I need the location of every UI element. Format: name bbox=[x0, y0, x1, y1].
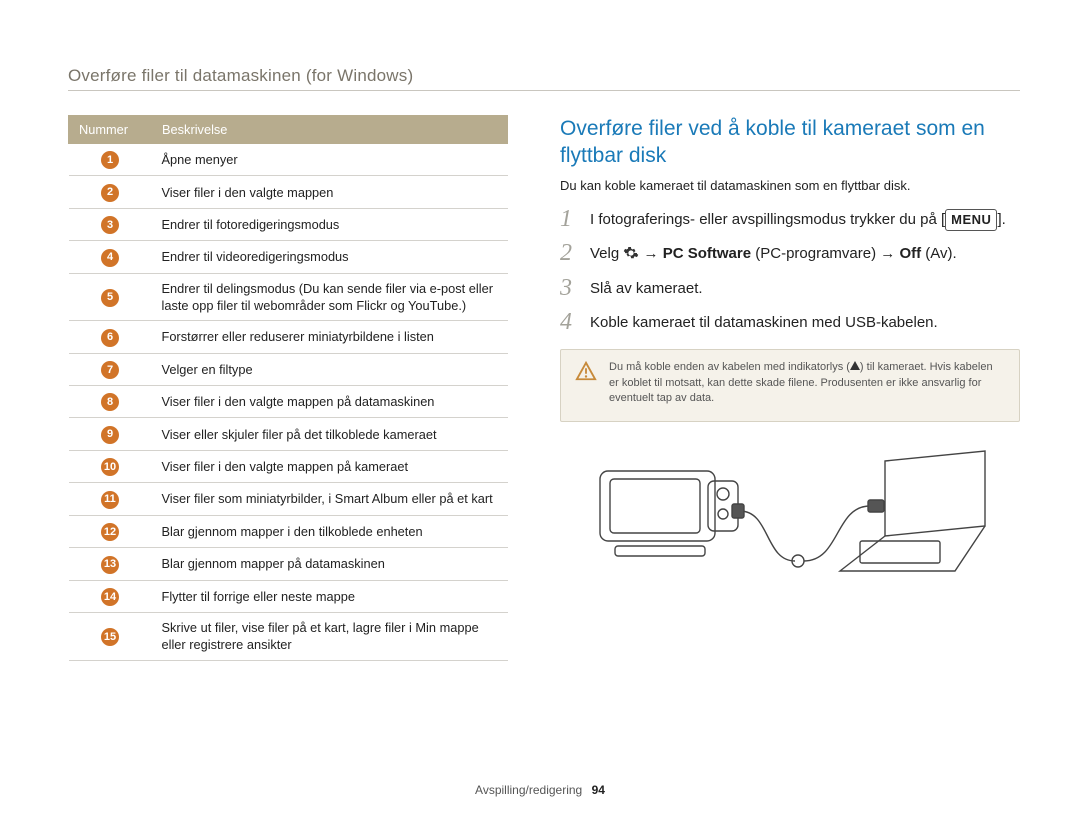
step-4: 4 Koble kameraet til datamaskinen med US… bbox=[560, 310, 1020, 335]
step-1: 1 I fotograferings- eller avspillingsmod… bbox=[560, 207, 1020, 232]
intro-text: Du kan koble kameraet til datamaskinen s… bbox=[560, 178, 1020, 193]
warn-a: Du må koble enden av kabelen med indikat… bbox=[609, 361, 850, 373]
number-badge-2: 2 bbox=[101, 184, 119, 202]
number-badge-11: 11 bbox=[101, 491, 119, 509]
step-text: I fotograferings- eller avspillingsmodus… bbox=[590, 207, 1006, 232]
table-row: 5 Endrer til delingsmodus (Du kan sende f… bbox=[69, 273, 508, 321]
table-row: 6 Forstørrer eller reduserer miniatyrbild… bbox=[69, 321, 508, 353]
number-badge-8: 8 bbox=[101, 393, 119, 411]
row-desc: Skrive ut filer, vise filer på et kart, … bbox=[152, 613, 508, 661]
step-2: 2 Velg → PC Software (PC-programvare) → … bbox=[560, 241, 1020, 266]
table-row: 14 Flytter til forrige eller neste mappe bbox=[69, 580, 508, 612]
table-row: 2 Viser filer i den valgte mappen bbox=[69, 176, 508, 208]
number-badge-4: 4 bbox=[101, 249, 119, 267]
table-row: 15 Skrive ut filer, vise filer på et kart… bbox=[69, 613, 508, 661]
table-row: 8 Viser filer i den valgte mappen på data… bbox=[69, 386, 508, 418]
table-row: 12 Blar gjennom mapper i den tilkoblede e… bbox=[69, 515, 508, 547]
row-desc: Viser filer i den valgte mappen på kamer… bbox=[152, 450, 508, 482]
steps-list: 1 I fotograferings- eller avspillingsmod… bbox=[560, 207, 1020, 335]
indicator-arrow-icon bbox=[850, 361, 860, 370]
section-rule bbox=[68, 90, 1020, 91]
page-number: 94 bbox=[592, 783, 605, 797]
row-desc: Viser filer i den valgte mappen bbox=[152, 176, 508, 208]
table-row: 1 Åpne menyer bbox=[69, 144, 508, 176]
legend-table: Nummer Beskrivelse 1 Åpne menyer 2 Viser f… bbox=[68, 115, 508, 661]
number-badge-1: 1 bbox=[101, 151, 119, 169]
step-number: 3 bbox=[560, 276, 578, 300]
heading-transfer: Overføre filer ved å koble til kameraet … bbox=[560, 115, 1020, 170]
step-number: 2 bbox=[560, 241, 578, 265]
row-desc: Endrer til delingsmodus (Du kan sende fi… bbox=[152, 273, 508, 321]
table-row: 7 Velger en filtype bbox=[69, 353, 508, 385]
table-row: 9 Viser eller skjuler filer på det tilkob… bbox=[69, 418, 508, 450]
step-text-a: I fotograferings- eller avspillingsmodus… bbox=[590, 211, 937, 228]
off-paren: (Av). bbox=[925, 245, 956, 262]
pc-software-bold: PC Software bbox=[663, 245, 751, 262]
step-text: Slå av kameraet. bbox=[590, 276, 703, 301]
row-desc: Viser filer som miniatyrbilder, i Smart … bbox=[152, 483, 508, 515]
table-row: 11 Viser filer som miniatyrbilder, i Smar… bbox=[69, 483, 508, 515]
table-row: 4 Endrer til videoredigeringsmodus bbox=[69, 241, 508, 273]
step-number: 1 bbox=[560, 207, 578, 231]
footer-label: Avspilling/redigering bbox=[475, 783, 582, 797]
row-desc: Viser filer i den valgte mappen på datam… bbox=[152, 386, 508, 418]
warning-box: Du må koble enden av kabelen med indikat… bbox=[560, 349, 1020, 423]
arrow: → bbox=[644, 245, 663, 262]
connection-illustration bbox=[560, 436, 1020, 606]
row-desc: Flytter til forrige eller neste mappe bbox=[152, 580, 508, 612]
step-text-b: . bbox=[1002, 211, 1006, 228]
number-badge-6: 6 bbox=[101, 329, 119, 347]
row-desc: Velger en filtype bbox=[152, 353, 508, 385]
row-desc: Endrer til fotoredigeringsmodus bbox=[152, 208, 508, 240]
col-nummer: Nummer bbox=[69, 116, 152, 144]
number-badge-10: 10 bbox=[101, 458, 119, 476]
off-bold: Off bbox=[899, 245, 921, 262]
page: Overføre filer til datamaskinen (for Win… bbox=[0, 0, 1080, 815]
number-badge-7: 7 bbox=[101, 361, 119, 379]
column-right: Overføre filer ved å koble til kameraet … bbox=[560, 115, 1020, 661]
step-number: 4 bbox=[560, 310, 578, 334]
row-desc: Blar gjennom mapper på datamaskinen bbox=[152, 548, 508, 580]
number-badge-9: 9 bbox=[101, 426, 119, 444]
number-badge-12: 12 bbox=[101, 523, 119, 541]
gear-icon bbox=[623, 245, 639, 261]
number-badge-14: 14 bbox=[101, 588, 119, 606]
table-row: 10 Viser filer i den valgte mappen på kam… bbox=[69, 450, 508, 482]
number-badge-15: 15 bbox=[101, 628, 119, 646]
step-text: Velg → PC Software (PC-programvare) → Of… bbox=[590, 241, 957, 266]
warning-text: Du må koble enden av kabelen med indikat… bbox=[609, 360, 1005, 408]
row-desc: Viser eller skjuler filer på det tilkobl… bbox=[152, 418, 508, 450]
pc-software-paren: (PC-programvare) → bbox=[755, 245, 899, 262]
row-desc: Endrer til videoredigeringsmodus bbox=[152, 241, 508, 273]
column-left: Nummer Beskrivelse 1 Åpne menyer 2 Viser f… bbox=[68, 115, 508, 661]
col-beskrivelse: Beskrivelse bbox=[152, 116, 508, 144]
step-text: Koble kameraet til datamaskinen med USB-… bbox=[590, 310, 938, 335]
step-3: 3 Slå av kameraet. bbox=[560, 276, 1020, 301]
number-badge-5: 5 bbox=[101, 289, 119, 307]
row-desc: Blar gjennom mapper i den tilkoblede enh… bbox=[152, 515, 508, 547]
columns: Nummer Beskrivelse 1 Åpne menyer 2 Viser f… bbox=[68, 115, 1020, 661]
page-footer: Avspilling/redigering 94 bbox=[0, 783, 1080, 797]
menu-button-icon: MENU bbox=[945, 209, 997, 232]
row-desc: Forstørrer eller reduserer miniatyrbilde… bbox=[152, 321, 508, 353]
number-badge-3: 3 bbox=[101, 216, 119, 234]
step-text-a: Velg bbox=[590, 245, 623, 262]
warning-icon bbox=[575, 360, 597, 408]
number-badge-13: 13 bbox=[101, 556, 119, 574]
row-desc: Åpne menyer bbox=[152, 144, 508, 176]
table-row: 3 Endrer til fotoredigeringsmodus bbox=[69, 208, 508, 240]
table-row: 13 Blar gjennom mapper på datamaskinen bbox=[69, 548, 508, 580]
section-title: Overføre filer til datamaskinen (for Win… bbox=[68, 66, 1020, 86]
